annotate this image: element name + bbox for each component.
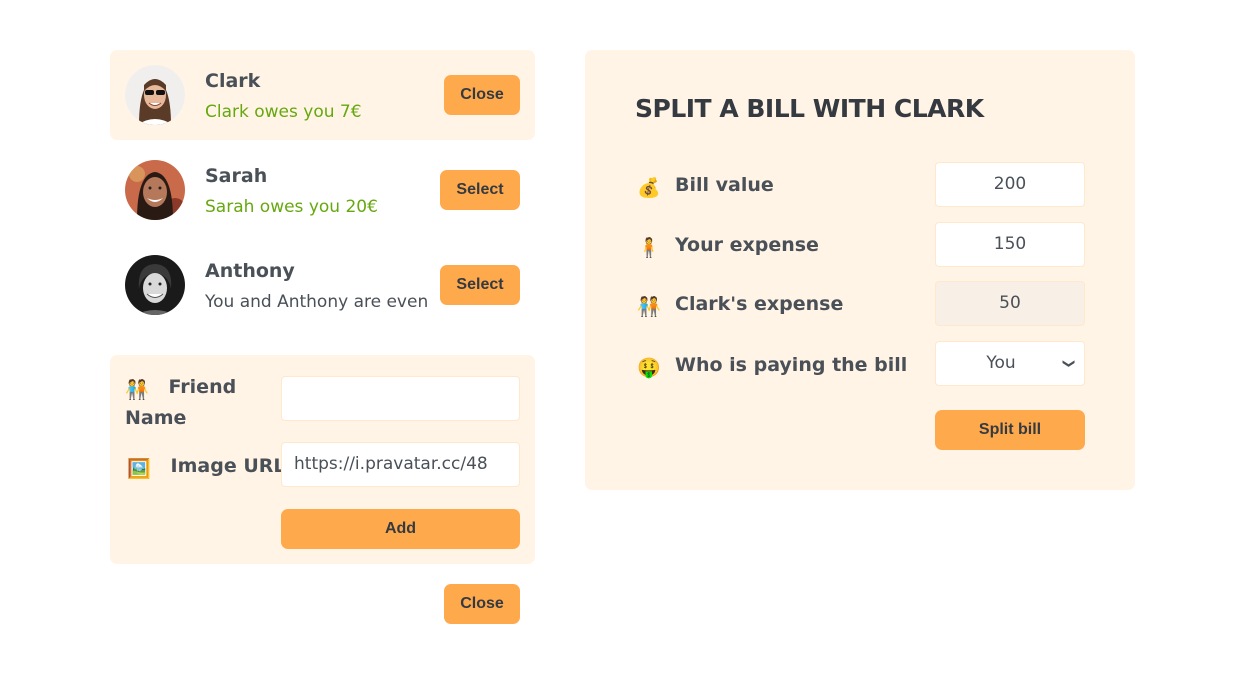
person-icon: 🧍 [637,237,661,259]
friend-name: Sarah [205,165,268,187]
chevron-down-icon: ❯ [1062,358,1077,369]
friend-item-sarah: Sarah Sarah owes you 20€ Select [110,145,535,235]
page-title: SPLIT A BILL WITH CLARK [635,94,984,123]
friend-name: Clark [205,70,261,92]
close-add-form-button[interactable]: Close [444,584,520,624]
friend-balance: You and Anthony are even [205,292,429,312]
eat-n-split-app: Clark Clark owes you 7€ Close Sarah Sara… [0,0,1241,679]
who-pays-label: 🤑 Who is paying the bill [637,354,908,379]
select-button[interactable]: Select [440,265,520,305]
image-url-input[interactable]: https://i.pravatar.cc/48 [281,442,520,487]
money-bag-icon: 💰 [637,177,661,199]
add-friend-form: 🧑‍🤝‍🧑 Friend Name 🖼️ Image URL https://i… [110,355,535,564]
friend-balance: Sarah owes you 20€ [205,197,378,217]
add-button[interactable]: Add [281,509,520,549]
avatar [125,160,185,220]
framed-picture-icon: 🖼️ [127,458,151,480]
friend-name-label: 🧑‍🤝‍🧑 Friend Name [125,376,237,429]
friend-name-input[interactable] [281,376,520,421]
friend-name: Anthony [205,260,295,282]
friend-expense-label: 🧑‍🤝‍🧑 Clark's expense [637,293,844,318]
people-icon: 🧑‍🤝‍🧑 [125,379,149,401]
your-expense-label: 🧍 Your expense [637,234,819,259]
your-expense-input[interactable]: 150 [935,222,1085,267]
friend-item-anthony: Anthony You and Anthony are even Select [110,240,535,330]
avatar [125,65,185,125]
people-icon: 🧑‍🤝‍🧑 [637,296,661,318]
friend-balance: Clark owes you 7€ [205,102,362,122]
bill-value-label: 💰 Bill value [637,174,774,199]
split-bill-form: SPLIT A BILL WITH CLARK 💰 Bill value 200 … [585,50,1135,490]
who-pays-value: You [986,353,1016,373]
who-pays-select[interactable]: You ❯ [935,341,1085,386]
friend-item-clark: Clark Clark owes you 7€ Close [110,50,535,140]
money-mouth-icon: 🤑 [637,357,661,379]
image-url-label: 🖼️ Image URL [127,452,286,483]
friends-list: Clark Clark owes you 7€ Close Sarah Sara… [110,50,535,335]
split-bill-button[interactable]: Split bill [935,410,1085,450]
close-button[interactable]: Close [444,75,520,115]
select-button[interactable]: Select [440,170,520,210]
bill-value-input[interactable]: 200 [935,162,1085,207]
friend-expense-input: 50 [935,281,1085,326]
avatar [125,255,185,315]
